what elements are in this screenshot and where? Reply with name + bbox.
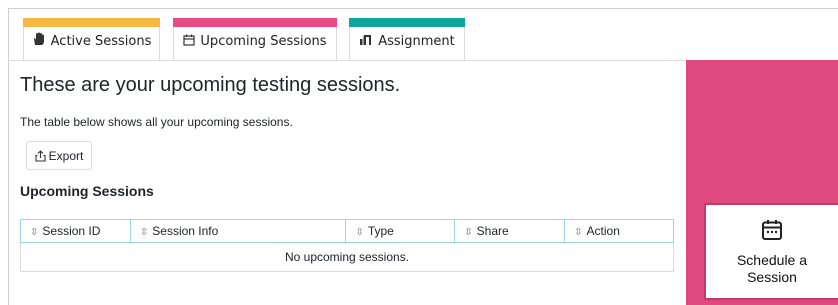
schedule-session-button[interactable]: Schedule a Session [704, 203, 838, 300]
sort-icon: ⇳ [574, 227, 583, 238]
tab-divider [8, 60, 685, 61]
calendar-icon [761, 219, 783, 246]
sort-icon: ⇳ [464, 227, 473, 238]
sort-icon: ⇳ [355, 227, 364, 238]
column-header-action[interactable]: ⇳ Action [564, 219, 674, 243]
page-description: The table below shows all your upcoming … [20, 115, 293, 129]
tab-upcoming-sessions[interactable]: Upcoming Sessions [173, 18, 337, 61]
share-icon [35, 149, 46, 162]
export-button[interactable]: Export [26, 141, 92, 170]
tab-label: Active Sessions [50, 33, 152, 49]
tab-bar: Active Sessions Upcoming Sessions Assign… [8, 9, 838, 61]
table-row: No upcoming sessions. [20, 242, 674, 272]
column-label: Session ID [42, 224, 101, 238]
export-label: Export [48, 148, 84, 163]
tab-label: Upcoming Sessions [200, 34, 327, 49]
assignment-icon [359, 33, 373, 45]
table-header-row: ⇳ Session ID ⇳ Session Info ⇳ Type ⇳ Share ⇳… [20, 219, 674, 243]
calendar-icon [183, 34, 196, 46]
column-label: Share [476, 224, 509, 238]
tab-stripe [23, 18, 160, 27]
hand-icon [32, 32, 46, 46]
section-title: Upcoming Sessions [20, 183, 154, 199]
sessions-table: ⇳ Session ID ⇳ Session Info ⇳ Type ⇳ Share ⇳… [20, 219, 674, 272]
column-label: Session Info [152, 224, 219, 238]
column-label: Type [367, 224, 394, 238]
tab-stripe [349, 18, 465, 27]
tab-label: Assignment [378, 33, 455, 49]
tab-active-sessions[interactable]: Active Sessions [23, 18, 160, 61]
sort-icon: ⇳ [30, 227, 39, 238]
column-header-share[interactable]: ⇳ Share [454, 219, 566, 243]
empty-message: No upcoming sessions. [20, 242, 674, 272]
tab-assignment[interactable]: Assignment [349, 18, 465, 61]
schedule-session-label: Schedule a Session [736, 252, 808, 285]
tab-stripe [173, 18, 337, 27]
sort-icon: ⇳ [139, 227, 149, 238]
column-label: Action [586, 224, 620, 238]
page-title: These are your upcoming testing sessions… [20, 74, 401, 96]
column-header-session-info[interactable]: ⇳ Session Info [129, 219, 347, 243]
column-header-type[interactable]: ⇳ Type [345, 219, 456, 243]
column-header-session-id[interactable]: ⇳ Session ID [20, 219, 131, 243]
